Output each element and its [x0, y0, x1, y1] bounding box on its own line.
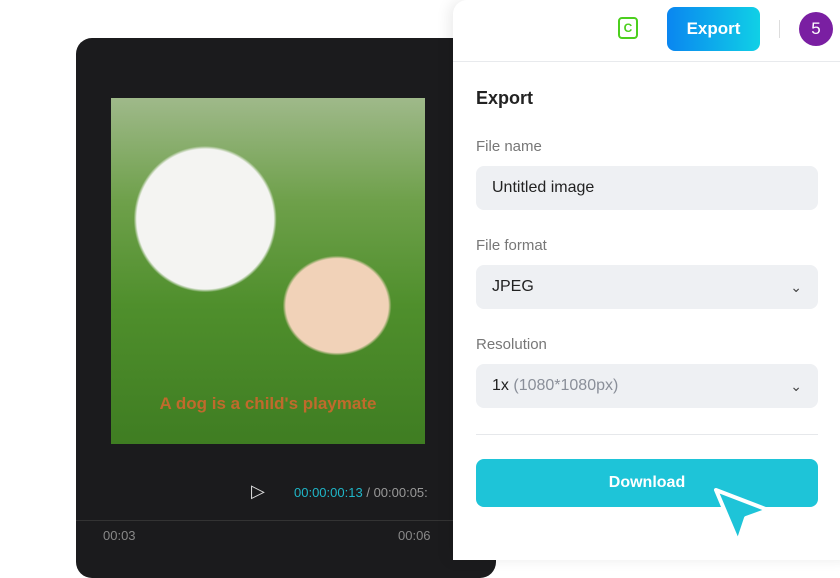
file-format-value: JPEG [492, 278, 534, 295]
time-separator: / [366, 485, 370, 500]
current-time: 00:00:00:13 [294, 485, 363, 500]
timeline-ruler[interactable] [76, 520, 496, 521]
export-button[interactable]: Export [667, 7, 760, 51]
file-format-label: File format [476, 237, 547, 254]
file-name-input[interactable]: Untitled image [476, 166, 818, 210]
cursor-icon [714, 488, 770, 544]
tick-label: 00:06 [398, 528, 431, 543]
editor-preview: A dog is a child's playmate ▷ 00:00:00:1… [76, 38, 496, 578]
file-format-select[interactable]: JPEG ⌄ [476, 265, 818, 309]
resolution-detail: (1080*1080px) [513, 377, 619, 394]
play-icon[interactable]: ▷ [251, 481, 265, 502]
chevron-down-icon: ⌄ [790, 279, 802, 295]
avatar[interactable]: 5 [799, 12, 833, 46]
file-name-label: File name [476, 138, 542, 155]
chevron-down-icon: ⌄ [790, 378, 802, 394]
export-panel: C Export 5 Export File name Untitled ima… [453, 0, 840, 560]
total-time: 00:00:05: [373, 485, 428, 500]
timecode: 00:00:00:13 / 00:00:05: [294, 485, 428, 500]
top-bar: C Export 5 [453, 0, 840, 62]
image-canvas[interactable]: A dog is a child's playmate [111, 98, 425, 444]
resolution-value: 1x [492, 377, 509, 394]
divider [476, 434, 818, 435]
resolution-select[interactable]: 1x (1080*1080px) ⌄ [476, 364, 818, 408]
panel-title: Export [476, 88, 534, 108]
divider [779, 20, 780, 38]
shield-icon[interactable]: C [618, 17, 638, 39]
resolution-label: Resolution [476, 336, 547, 353]
image-caption[interactable]: A dog is a child's playmate [111, 394, 425, 414]
tick-label: 00:03 [103, 528, 136, 543]
